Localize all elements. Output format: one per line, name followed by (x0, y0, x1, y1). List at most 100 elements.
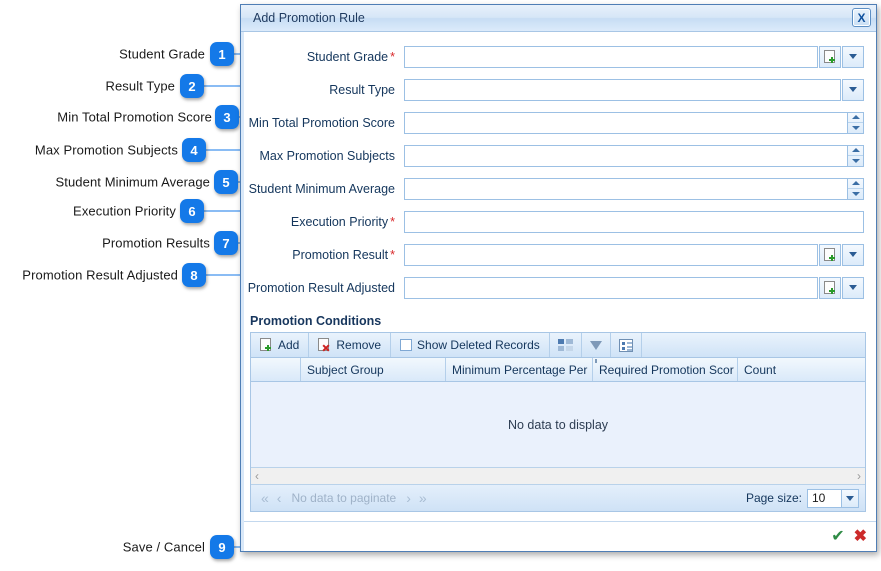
field-label-text: Min Total Promotion Score (248, 115, 395, 130)
add-button[interactable]: Add (251, 333, 310, 357)
annotation-label: Student Minimum Average (55, 174, 210, 190)
column-header-minimum-percentage[interactable]: Minimum Percentage Per (446, 358, 593, 381)
card-view-button[interactable] (611, 333, 642, 357)
column-header-subject-group[interactable]: Subject Group (301, 358, 446, 381)
form-row: Student Minimum Average (244, 172, 864, 205)
field-input[interactable] (404, 78, 841, 101)
close-icon[interactable]: X (852, 8, 871, 27)
filter-button[interactable] (582, 333, 611, 363)
chevron-up-icon (851, 181, 860, 186)
pager-next-button[interactable]: › (402, 490, 415, 506)
cancel-button[interactable]: ✖ (854, 528, 867, 545)
field-label-text: Max Promotion Subjects (259, 148, 395, 163)
form-row: Result Type (244, 73, 864, 106)
spinner-down-button[interactable] (848, 188, 863, 199)
field-control (404, 276, 864, 299)
grid-indicator-column (251, 358, 301, 381)
field-input[interactable] (404, 276, 818, 299)
field-input[interactable] (404, 45, 818, 68)
show-deleted-records-checkbox[interactable]: Show Deleted Records (391, 333, 550, 357)
grid-empty-message: No data to display (251, 382, 865, 468)
field-input[interactable] (404, 177, 848, 200)
screenshot-root: Student Grade 1 Result Type 2 Min Total Prom… (0, 0, 881, 571)
grid-horizontal-scrollbar[interactable]: ‹ › (251, 468, 865, 485)
grid-layout-button[interactable] (550, 333, 582, 357)
page-plus-icon (823, 280, 837, 295)
spinner-down-button[interactable] (848, 155, 863, 166)
annotation-label: Max Promotion Subjects (34, 142, 178, 158)
spinner-stepper[interactable] (847, 144, 864, 167)
form-row: Student Grade * (244, 40, 864, 73)
new-item-button[interactable] (819, 276, 841, 299)
page-size-select[interactable]: 10 (807, 488, 859, 508)
grid-layout-icon (557, 338, 573, 352)
page-size-value: 10 (812, 491, 826, 505)
dialog-title: Add Promotion Rule (253, 11, 365, 25)
grid-pager: « ‹ No data to paginate › » Page size: 1… (251, 485, 865, 511)
new-item-button[interactable] (819, 45, 841, 68)
annotation-label: Promotion Result Adjusted (22, 267, 178, 283)
annotation-label: Student Grade (119, 46, 205, 62)
field-control (404, 243, 864, 266)
column-header-count[interactable]: Count (738, 358, 865, 381)
spinner-stepper[interactable] (847, 111, 864, 134)
field-label: Promotion Result Adjusted (244, 281, 404, 295)
chevron-down-icon (851, 191, 860, 196)
spinner-up-button[interactable] (848, 146, 863, 156)
checkbox-icon[interactable] (400, 339, 413, 351)
field-input[interactable] (404, 243, 818, 266)
dropdown-button[interactable] (842, 276, 864, 299)
page-size-label: Page size: (745, 491, 802, 505)
field-input[interactable] (404, 210, 864, 233)
spinner-stepper[interactable] (847, 177, 864, 200)
new-item-button[interactable] (819, 243, 841, 266)
remove-button[interactable]: Remove (309, 333, 392, 357)
spinner-up-button[interactable] (848, 179, 863, 189)
dropdown-button[interactable] (842, 243, 864, 266)
remove-icon (318, 338, 331, 352)
chevron-down-icon (849, 285, 857, 290)
promotion-rule-form: Student Grade * Result Type Min Total Promo… (244, 32, 876, 304)
add-promotion-rule-dialog: Add Promotion Rule X Student Grade * Resul… (240, 4, 877, 552)
annotation-label: Promotion Results (102, 235, 210, 251)
add-icon (260, 338, 273, 352)
chevron-down-icon[interactable] (841, 489, 858, 507)
scroll-right-icon[interactable]: › (857, 469, 861, 483)
annotation-badge: 6 (180, 199, 204, 223)
chevron-down-icon (849, 87, 857, 92)
field-input[interactable] (404, 111, 848, 134)
field-control (404, 111, 864, 134)
scroll-left-icon[interactable]: ‹ (255, 469, 259, 483)
required-asterisk: * (390, 247, 395, 262)
dialog-titlebar[interactable]: Add Promotion Rule X (241, 5, 876, 32)
pager-last-button[interactable]: » (415, 490, 431, 506)
annotation-badge: 7 (214, 231, 238, 255)
form-row: Promotion Result * (244, 238, 864, 271)
annotation-badge: 1 (210, 42, 234, 66)
field-control (404, 144, 864, 167)
save-button[interactable]: ✔ (831, 528, 844, 545)
pager-message: No data to paginate (291, 491, 397, 505)
annotation-label: Save / Cancel (122, 539, 205, 555)
field-control (404, 45, 864, 68)
field-control (404, 78, 864, 101)
show-deleted-records-label: Show Deleted Records (417, 338, 540, 352)
pager-prev-button[interactable]: ‹ (273, 490, 286, 506)
annotation-label: Execution Priority (73, 203, 176, 219)
dropdown-button[interactable] (842, 78, 864, 101)
chevron-down-icon (849, 252, 857, 257)
column-header-required-promotion-score[interactable]: Required Promotion Scor (593, 358, 738, 381)
field-input[interactable] (404, 144, 848, 167)
field-label: Student Minimum Average (244, 182, 404, 196)
spinner-up-button[interactable] (848, 113, 863, 123)
field-label-text: Promotion Result Adjusted (247, 280, 395, 295)
field-label-text: Result Type (329, 82, 395, 97)
chevron-down-icon (849, 54, 857, 59)
chevron-up-icon (851, 148, 860, 153)
dropdown-button[interactable] (842, 45, 864, 68)
chevron-down-icon (851, 125, 860, 130)
pager-first-button[interactable]: « (257, 490, 273, 506)
dialog-footer: ✔ ✖ (244, 521, 876, 551)
spinner-down-button[interactable] (848, 122, 863, 133)
page-size-group: Page size: 10 (745, 488, 859, 508)
